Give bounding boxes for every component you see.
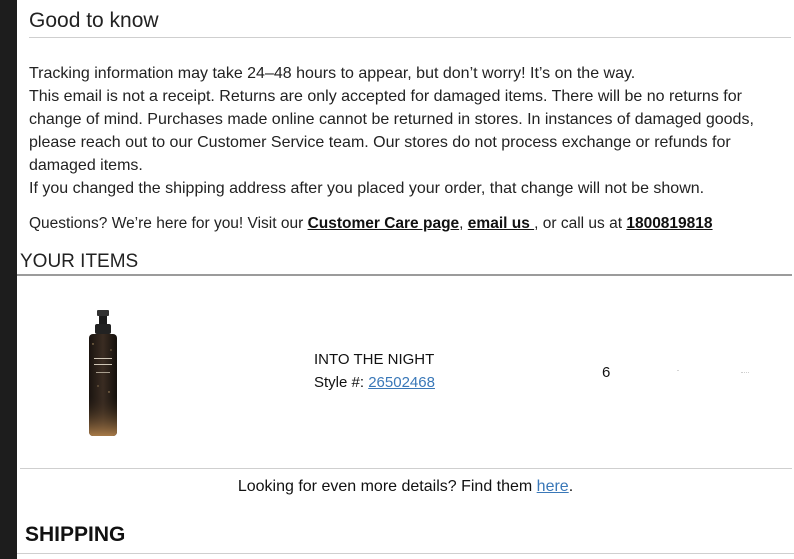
product-quantity: 6: [602, 364, 611, 381]
details-suffix: .: [568, 478, 574, 495]
customer-care-link[interactable]: Customer Care page: [308, 215, 460, 232]
email-us-link[interactable]: email us: [468, 215, 534, 232]
style-label: Style #:: [314, 374, 369, 391]
questions-prefix: Questions? We’re here for you! Visit our: [29, 215, 308, 232]
returns-policy-text: This email is not a receipt. Returns are…: [29, 88, 754, 174]
product-name: INTO THE NIGHT: [314, 351, 435, 368]
good-to-know-body: Tracking information may take 24–48 hour…: [29, 62, 777, 200]
details-here-link[interactable]: here: [537, 478, 569, 495]
shipping-heading: SHIPPING: [25, 523, 126, 546]
faint-mark: [677, 370, 679, 371]
product-style: Style #: 26502468: [314, 374, 435, 391]
address-change-text: If you changed the shipping address afte…: [29, 180, 705, 197]
shipping-divider: [17, 553, 794, 554]
items-bottom-divider: [20, 468, 792, 469]
left-border-bar: [0, 0, 17, 559]
good-to-know-divider: [29, 37, 791, 38]
questions-middle: , or call us at: [534, 215, 627, 232]
your-items-divider: [17, 274, 792, 276]
your-items-heading: YOUR ITEMS: [20, 251, 139, 272]
tracking-info-text: Tracking information may take 24–48 hour…: [29, 65, 636, 82]
product-image[interactable]: [83, 308, 123, 440]
style-number-link[interactable]: 26502468: [368, 374, 435, 391]
questions-comma: ,: [459, 215, 468, 232]
good-to-know-heading: Good to know: [29, 9, 159, 32]
phone-link[interactable]: 1800819818: [626, 215, 712, 232]
more-details-line: Looking for even more details? Find them…: [17, 478, 794, 496]
questions-line: Questions? We’re here for you! Visit our…: [29, 215, 789, 233]
details-prefix: Looking for even more details? Find them: [237, 478, 537, 495]
email-content: Good to know Tracking information may ta…: [17, 0, 794, 559]
faint-mark: [741, 372, 749, 374]
